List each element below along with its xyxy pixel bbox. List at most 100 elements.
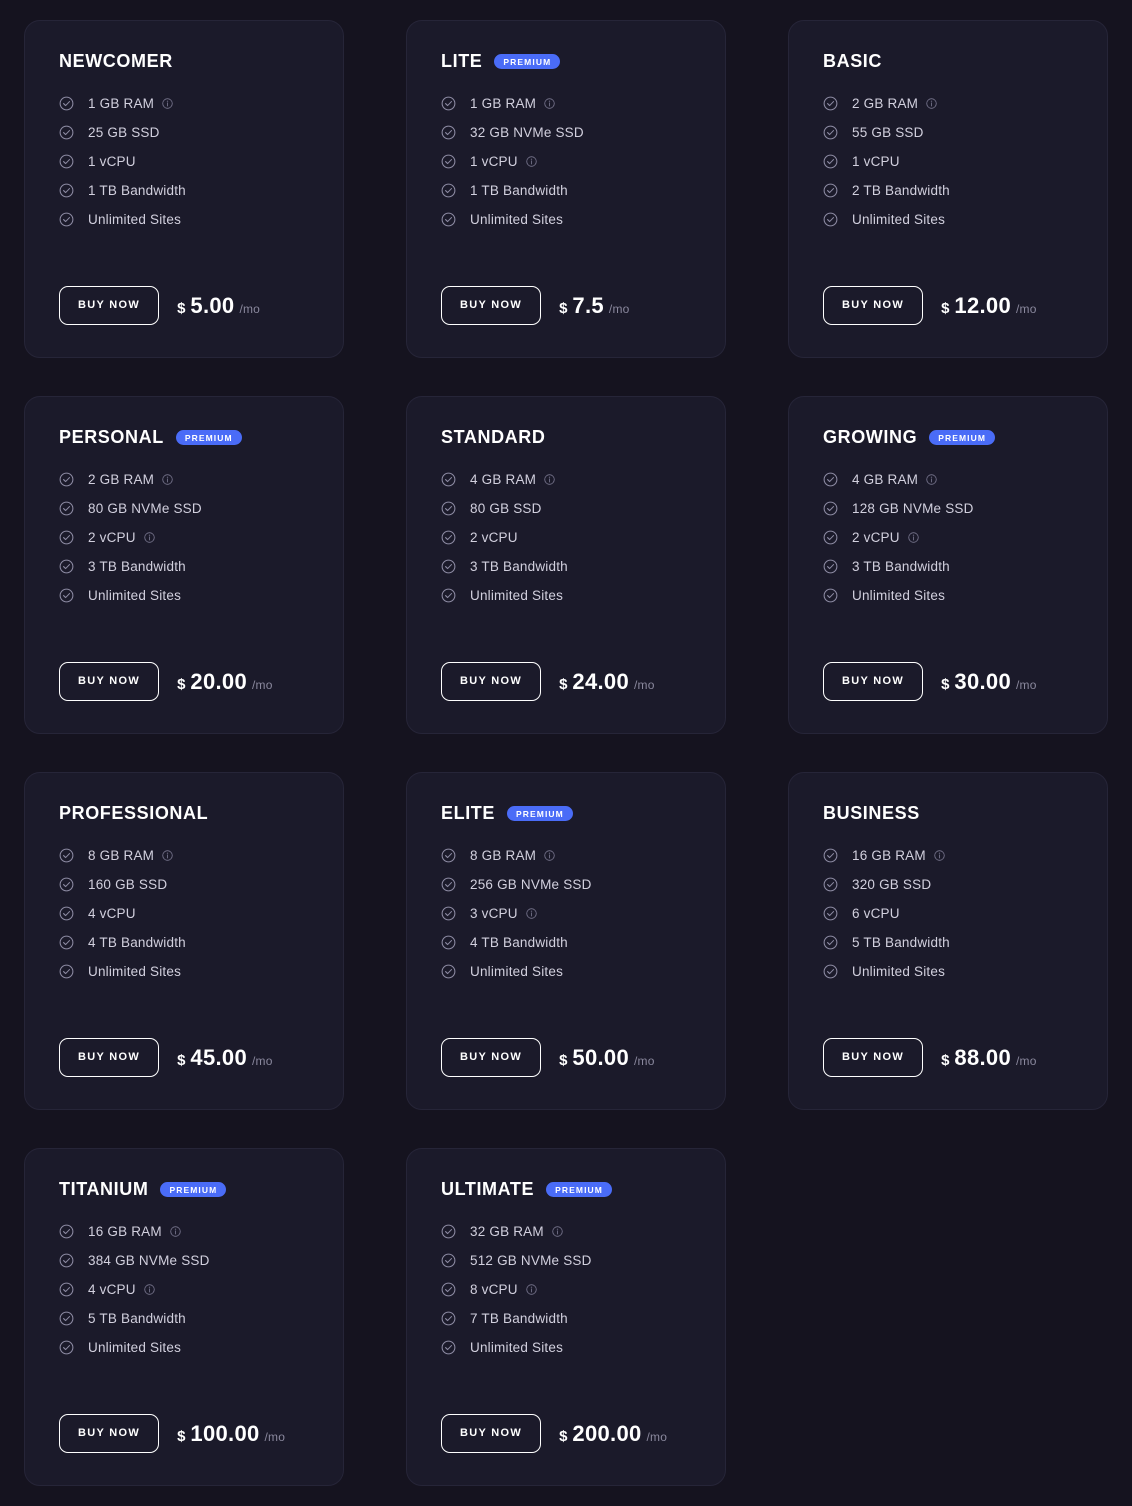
- plan-price: $ 100.00 /mo: [177, 1421, 285, 1447]
- plan-feature-row: Unlimited Sites: [59, 588, 309, 603]
- plan-feature-row: 2 GB RAM: [59, 472, 309, 487]
- price-period: /mo: [239, 301, 261, 316]
- check-circle-icon: [59, 183, 74, 198]
- plan-feature-label: 55 GB SSD: [852, 125, 924, 140]
- check-circle-icon: [59, 935, 74, 950]
- check-circle-icon: [823, 877, 838, 892]
- info-circle-icon[interactable]: [544, 98, 555, 109]
- buy-now-button[interactable]: BUY NOW: [441, 1038, 542, 1077]
- info-circle-icon[interactable]: [526, 1284, 537, 1295]
- plan-feature-row: 3 vCPU: [441, 906, 691, 921]
- plan-name: STANDARD: [441, 427, 546, 447]
- buy-now-button[interactable]: BUY NOW: [441, 286, 542, 325]
- info-circle-icon[interactable]: [162, 850, 173, 861]
- check-circle-icon: [441, 1224, 456, 1239]
- info-circle-icon[interactable]: [144, 532, 155, 543]
- buy-now-button[interactable]: BUY NOW: [59, 1038, 160, 1077]
- plan-feature-row: 6 vCPU: [823, 906, 1073, 921]
- buy-now-button[interactable]: BUY NOW: [441, 1414, 542, 1453]
- plan-feature-list: 16 GB RAM 320 GB SSD 6 vCPU 5 TB Bandwidth U…: [823, 848, 1073, 993]
- plan-feature-list: 2 GB RAM 80 GB NVMe SSD 2 vCPU 3 TB Bandwid…: [59, 472, 309, 617]
- plan-name: TITANIUM: [59, 1179, 149, 1199]
- check-circle-icon: [823, 472, 838, 487]
- check-circle-icon: [441, 588, 456, 603]
- plan-feature-label: 80 GB NVMe SSD: [88, 501, 202, 516]
- plan-card-header: ELITE PREMIUM: [441, 803, 691, 824]
- plan-card-footer: BUY NOW $ 5.00 /mo: [59, 286, 309, 325]
- price-period: /mo: [1015, 677, 1037, 692]
- price-amount: 88.00: [954, 1044, 1011, 1070]
- buy-now-button[interactable]: BUY NOW: [823, 286, 924, 325]
- info-circle-icon[interactable]: [526, 908, 537, 919]
- plan-feature-row: 5 TB Bandwidth: [823, 935, 1073, 950]
- plan-feature-label: 8 vCPU: [470, 1282, 518, 1297]
- plan-feature-label: 1 TB Bandwidth: [470, 183, 568, 198]
- check-circle-icon: [441, 1311, 456, 1326]
- plan-card-header: ULTIMATE PREMIUM: [441, 1179, 691, 1200]
- plan-card-titanium: TITANIUM PREMIUM 16 GB RAM 384 GB NVMe SS…: [24, 1148, 344, 1486]
- check-circle-icon: [59, 1224, 74, 1239]
- plan-price: $ 24.00 /mo: [559, 669, 655, 695]
- buy-now-button[interactable]: BUY NOW: [823, 662, 924, 701]
- plan-feature-row: 8 GB RAM: [59, 848, 309, 863]
- info-circle-icon[interactable]: [526, 156, 537, 167]
- buy-now-button[interactable]: BUY NOW: [59, 286, 160, 325]
- plan-price: $ 200.00 /mo: [559, 1421, 667, 1447]
- plan-feature-row: 8 GB RAM: [441, 848, 691, 863]
- info-circle-icon[interactable]: [552, 1226, 563, 1237]
- check-circle-icon: [823, 559, 838, 574]
- info-circle-icon[interactable]: [544, 474, 555, 485]
- info-circle-icon[interactable]: [926, 474, 937, 485]
- info-circle-icon[interactable]: [144, 1284, 155, 1295]
- plan-feature-row: 2 vCPU: [823, 530, 1073, 545]
- plan-card-ultimate: ULTIMATE PREMIUM 32 GB RAM 512 GB NVMe SS…: [406, 1148, 726, 1486]
- plan-feature-label: 384 GB NVMe SSD: [88, 1253, 210, 1268]
- plan-feature-row: 3 TB Bandwidth: [59, 559, 309, 574]
- buy-now-button[interactable]: BUY NOW: [59, 662, 160, 701]
- check-circle-icon: [441, 212, 456, 227]
- info-circle-icon[interactable]: [170, 1226, 181, 1237]
- plan-feature-row: Unlimited Sites: [823, 964, 1073, 979]
- check-circle-icon: [823, 501, 838, 516]
- check-circle-icon: [823, 964, 838, 979]
- info-circle-icon[interactable]: [934, 850, 945, 861]
- plan-feature-list: 8 GB RAM 160 GB SSD 4 vCPU 4 TB Bandwidth Un…: [59, 848, 309, 993]
- info-circle-icon[interactable]: [926, 98, 937, 109]
- info-circle-icon[interactable]: [908, 532, 919, 543]
- plan-card-header: GROWING PREMIUM: [823, 427, 1073, 448]
- plan-card-lite: LITE PREMIUM 1 GB RAM 32 GB NVMe SSD 1 vCP…: [406, 20, 726, 358]
- plan-card-footer: BUY NOW $ 45.00 /mo: [59, 1038, 309, 1077]
- check-circle-icon: [441, 935, 456, 950]
- plan-feature-row: 256 GB NVMe SSD: [441, 877, 691, 892]
- plan-feature-row: 80 GB SSD: [441, 501, 691, 516]
- buy-now-button[interactable]: BUY NOW: [823, 1038, 924, 1077]
- check-circle-icon: [441, 472, 456, 487]
- plan-feature-label: Unlimited Sites: [852, 212, 946, 227]
- plan-feature-label: 3 TB Bandwidth: [88, 559, 186, 574]
- plan-name: ULTIMATE: [441, 1179, 535, 1199]
- plan-feature-label: 3 TB Bandwidth: [852, 559, 950, 574]
- price-currency: $: [177, 299, 186, 317]
- plan-feature-label: 4 TB Bandwidth: [88, 935, 186, 950]
- info-circle-icon[interactable]: [544, 850, 555, 861]
- check-circle-icon: [441, 96, 456, 111]
- plan-feature-label: 80 GB SSD: [470, 501, 542, 516]
- plan-feature-label: 2 vCPU: [470, 530, 518, 545]
- price-period: /mo: [633, 1053, 655, 1068]
- info-circle-icon[interactable]: [162, 474, 173, 485]
- plan-feature-label: 512 GB NVMe SSD: [470, 1253, 592, 1268]
- plan-feature-label: 4 TB Bandwidth: [470, 935, 568, 950]
- info-circle-icon[interactable]: [162, 98, 173, 109]
- plan-price: $ 12.00 /mo: [941, 293, 1037, 319]
- check-circle-icon: [441, 125, 456, 140]
- price-currency: $: [177, 1051, 186, 1069]
- plan-price: $ 7.5 /mo: [559, 293, 629, 319]
- check-circle-icon: [59, 96, 74, 111]
- plan-feature-row: 4 vCPU: [59, 1282, 309, 1297]
- buy-now-button[interactable]: BUY NOW: [441, 662, 542, 701]
- plan-feature-row: Unlimited Sites: [823, 212, 1073, 227]
- buy-now-button[interactable]: BUY NOW: [59, 1414, 160, 1453]
- price-currency: $: [559, 1427, 568, 1445]
- plan-card-footer: BUY NOW $ 100.00 /mo: [59, 1414, 309, 1453]
- plan-feature-list: 4 GB RAM 80 GB SSD 2 vCPU 3 TB Bandwidth Unl…: [441, 472, 691, 617]
